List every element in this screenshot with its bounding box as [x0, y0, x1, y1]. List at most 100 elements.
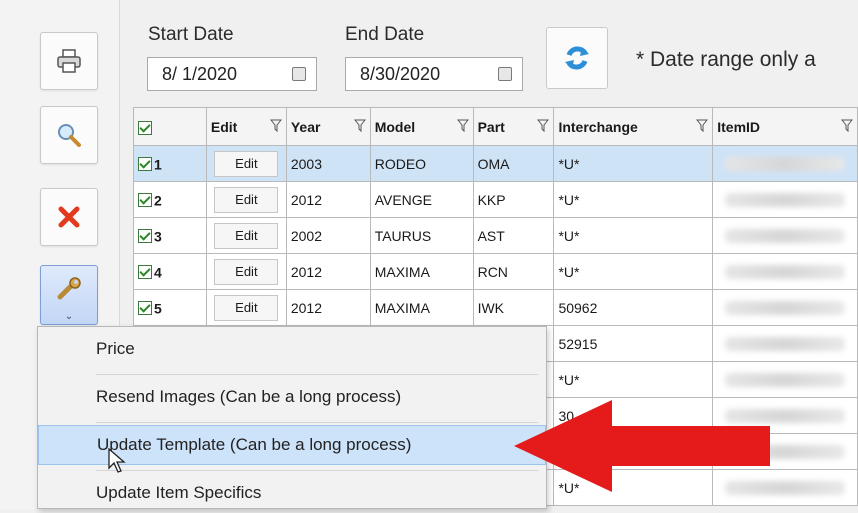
- calendar-icon[interactable]: [292, 67, 306, 81]
- search-button[interactable]: [40, 106, 98, 164]
- interchange-cell: *U*: [553, 253, 714, 290]
- row-checkbox[interactable]: [138, 193, 152, 208]
- column-header-year[interactable]: Year: [285, 107, 371, 146]
- edit-cell: Edit: [205, 181, 287, 218]
- part-cell: IWK: [472, 289, 555, 326]
- delete-button[interactable]: [40, 188, 98, 246]
- row-checkbox[interactable]: [138, 301, 152, 316]
- filter-icon[interactable]: [456, 119, 469, 133]
- interchange-cell: *U*: [553, 145, 714, 182]
- edit-button[interactable]: Edit: [214, 222, 279, 249]
- edit-button[interactable]: Edit: [214, 150, 279, 177]
- mouse-pointer-icon: [108, 448, 126, 473]
- interchange-cell: *U*: [553, 181, 714, 218]
- itemid-cell: [712, 325, 858, 362]
- itemid-cell: [712, 217, 858, 254]
- row-select-cell[interactable]: 2: [133, 181, 207, 218]
- edit-button[interactable]: Edit: [214, 294, 279, 321]
- redacted-text: [725, 156, 845, 171]
- printer-icon: [57, 49, 81, 73]
- red-arrow-annotation-icon: [514, 400, 770, 492]
- year-cell: 2012: [285, 289, 371, 326]
- menu-separator: [96, 374, 538, 375]
- interchange-cell: *U*: [553, 361, 714, 398]
- magnifier-icon: [58, 124, 81, 147]
- select-all-header[interactable]: [133, 107, 207, 146]
- chevron-down-icon: ⌄: [64, 311, 74, 322]
- refresh-icon: [565, 46, 589, 70]
- table-row[interactable]: 2 Edit 2012 AVENGE KKP *U*: [133, 181, 858, 218]
- edit-button[interactable]: Edit: [214, 258, 279, 285]
- year-cell: 2003: [285, 145, 371, 182]
- table-row[interactable]: 4 Edit 2012 MAXIMA RCN *U*: [133, 253, 858, 290]
- itemid-cell: [712, 289, 858, 326]
- edit-cell: Edit: [205, 289, 287, 326]
- itemid-cell: [712, 145, 858, 182]
- table-row[interactable]: 5 Edit 2012 MAXIMA IWK 50962: [133, 289, 858, 326]
- column-header-itemid[interactable]: ItemID: [712, 107, 858, 146]
- select-all-checkbox[interactable]: [138, 120, 152, 135]
- redacted-text: [725, 192, 845, 207]
- menu-item-update-item-specifics[interactable]: Update Item Specifics: [38, 473, 546, 513]
- end-date-picker[interactable]: 8/30/2020: [345, 57, 523, 91]
- row-checkbox[interactable]: [138, 157, 152, 172]
- row-select-cell[interactable]: 4: [133, 253, 207, 290]
- row-select-cell[interactable]: 1: [133, 145, 207, 182]
- table-row[interactable]: 3 Edit 2002 TAURUS AST *U*: [133, 217, 858, 254]
- redacted-text: [725, 264, 845, 279]
- start-date-picker[interactable]: 8/ 1/2020: [147, 57, 317, 91]
- refresh-button[interactable]: [546, 27, 608, 89]
- filter-icon[interactable]: [353, 119, 366, 133]
- edit-cell: Edit: [205, 253, 287, 290]
- edit-cell: Edit: [205, 217, 287, 254]
- edit-button[interactable]: Edit: [214, 186, 279, 213]
- part-cell: AST: [472, 217, 555, 254]
- menu-item-resend-images[interactable]: Resend Images (Can be a long process): [38, 377, 546, 417]
- start-date-value: 8/ 1/2020: [162, 63, 238, 84]
- year-cell: 2002: [285, 217, 371, 254]
- model-cell: MAXIMA: [369, 289, 474, 326]
- date-range-note: * Date range only a: [636, 48, 816, 71]
- year-cell: 2012: [285, 181, 371, 218]
- column-header-interchange[interactable]: Interchange: [553, 107, 714, 146]
- menu-separator: [96, 422, 538, 423]
- row-select-cell[interactable]: 3: [133, 217, 207, 254]
- filter-icon[interactable]: [269, 119, 282, 133]
- column-header-model[interactable]: Model: [369, 107, 474, 146]
- grid-header-row: Edit Year Model Part Interchange ItemID: [133, 107, 858, 146]
- redacted-text: [725, 300, 845, 315]
- end-date-label: End Date: [345, 24, 425, 45]
- part-cell: RCN: [472, 253, 555, 290]
- menu-item-price[interactable]: Price: [38, 329, 546, 369]
- red-x-icon: [58, 206, 80, 228]
- itemid-cell: [712, 181, 858, 218]
- redacted-text: [725, 336, 845, 351]
- interchange-cell: *U*: [553, 217, 714, 254]
- filter-icon[interactable]: [696, 119, 709, 133]
- start-date-label: Start Date: [148, 24, 234, 45]
- column-header-part[interactable]: Part: [472, 107, 555, 146]
- interchange-cell: 50962: [553, 289, 714, 326]
- tools-dropdown-button[interactable]: ⌄: [40, 265, 98, 325]
- model-cell: RODEO: [369, 145, 474, 182]
- end-date-value: 8/30/2020: [360, 63, 441, 84]
- row-checkbox[interactable]: [138, 265, 152, 280]
- tools-dropdown-menu: Price Resend Images (Can be a long proce…: [37, 326, 547, 509]
- menu-separator: [96, 470, 538, 471]
- part-cell: OMA: [472, 145, 555, 182]
- filter-icon[interactable]: [841, 119, 853, 133]
- model-cell: TAURUS: [369, 217, 474, 254]
- edit-cell: Edit: [205, 145, 287, 182]
- filter-icon[interactable]: [537, 119, 550, 133]
- interchange-cell: 52915: [553, 325, 714, 362]
- model-cell: AVENGE: [369, 181, 474, 218]
- print-button[interactable]: [40, 32, 98, 90]
- row-select-cell[interactable]: 5: [133, 289, 207, 326]
- table-row[interactable]: 1 Edit 2003 RODEO OMA *U*: [133, 145, 858, 182]
- column-header-edit[interactable]: Edit: [205, 107, 287, 146]
- calendar-icon[interactable]: [498, 67, 512, 81]
- model-cell: MAXIMA: [369, 253, 474, 290]
- redacted-text: [725, 372, 845, 387]
- row-checkbox[interactable]: [138, 229, 152, 244]
- itemid-cell: [712, 253, 858, 290]
